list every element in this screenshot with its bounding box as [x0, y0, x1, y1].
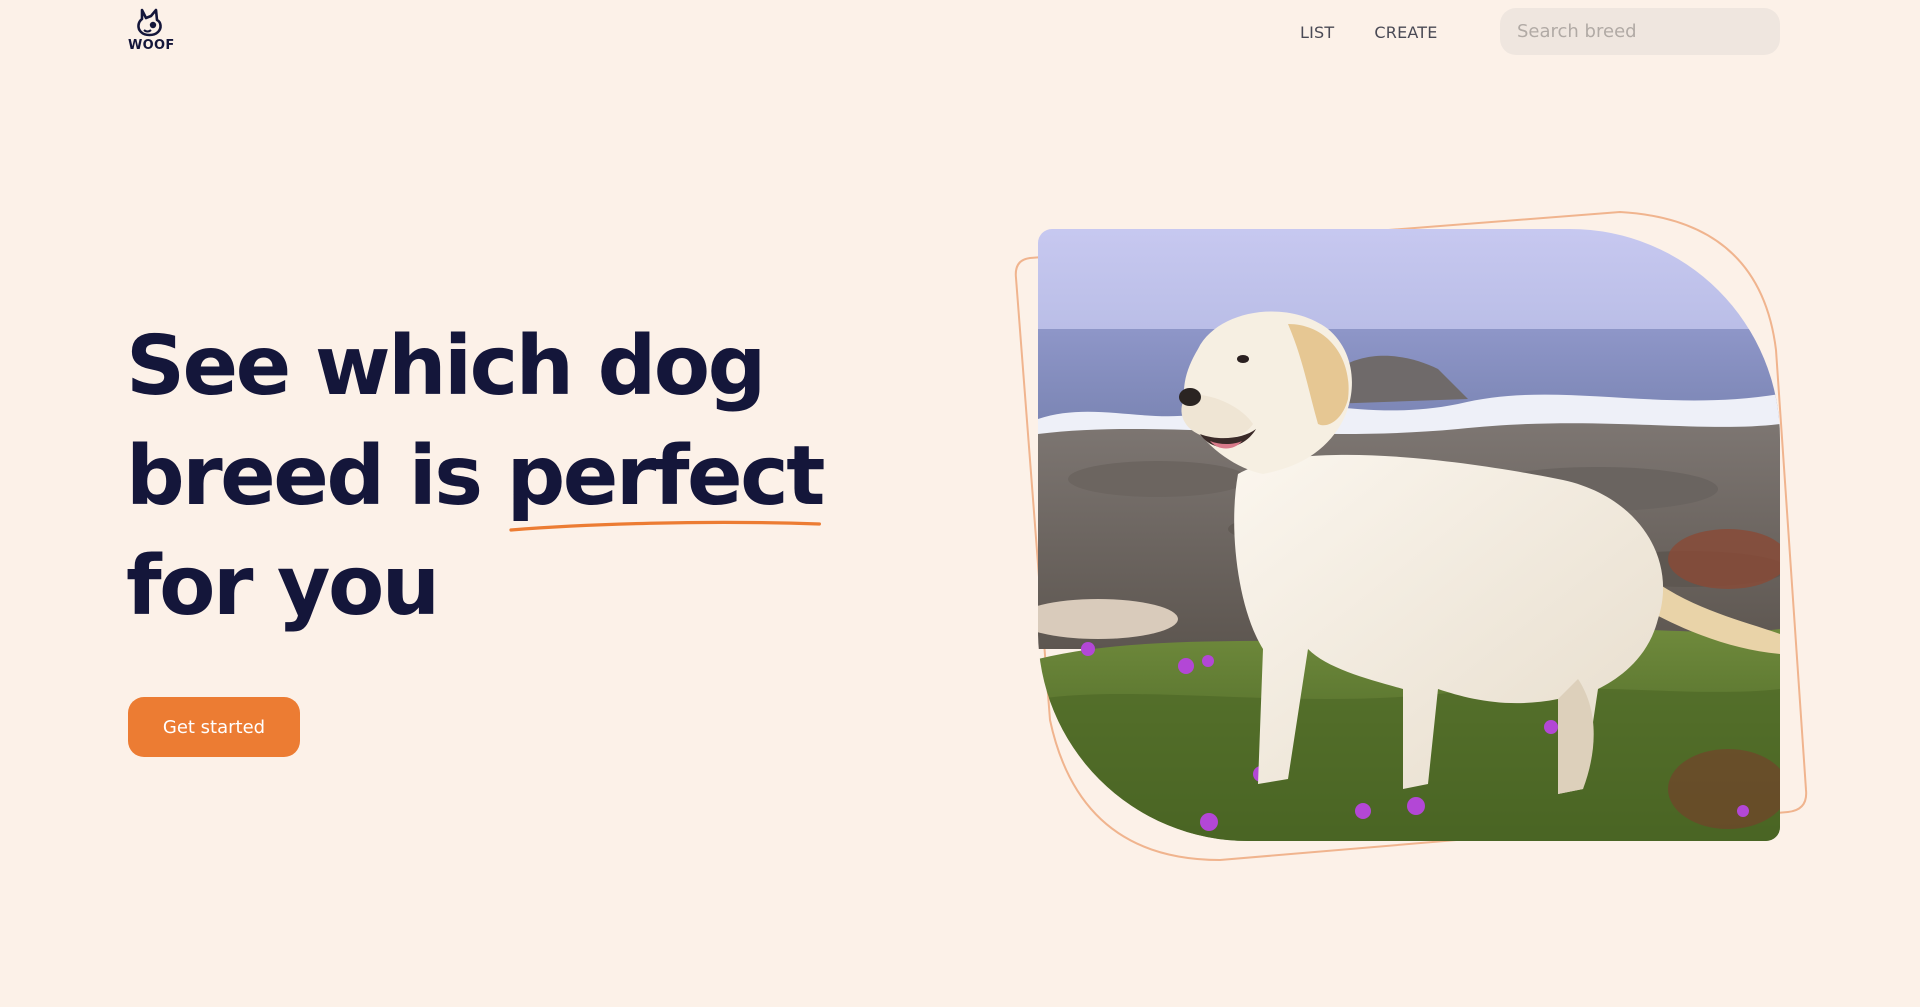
hero-visual [1000, 200, 1820, 880]
header: WOOF LIST CREATE [0, 0, 1920, 64]
logo-link[interactable]: WOOF [128, 8, 175, 56]
search-input[interactable] [1515, 20, 1765, 43]
search-box [1500, 8, 1780, 55]
main-nav: LIST CREATE [1300, 22, 1438, 44]
nav-link-create[interactable]: CREATE [1374, 22, 1437, 44]
labrador-photo [1038, 229, 1780, 841]
brush-underline-icon [508, 520, 821, 532]
dog-photo-image [1038, 229, 1780, 841]
hero-title-highlight-text: perfect [506, 429, 826, 524]
logo-text: WOOF [128, 38, 175, 53]
hero-title-part2: for you [126, 539, 440, 634]
dog-head-icon [137, 8, 162, 37]
get-started-button[interactable]: Get started [128, 697, 300, 757]
hero-title: See which dog breed is perfect for you [126, 312, 886, 642]
nav-link-list[interactable]: LIST [1300, 22, 1334, 44]
hero-title-highlight: perfect [506, 422, 826, 532]
